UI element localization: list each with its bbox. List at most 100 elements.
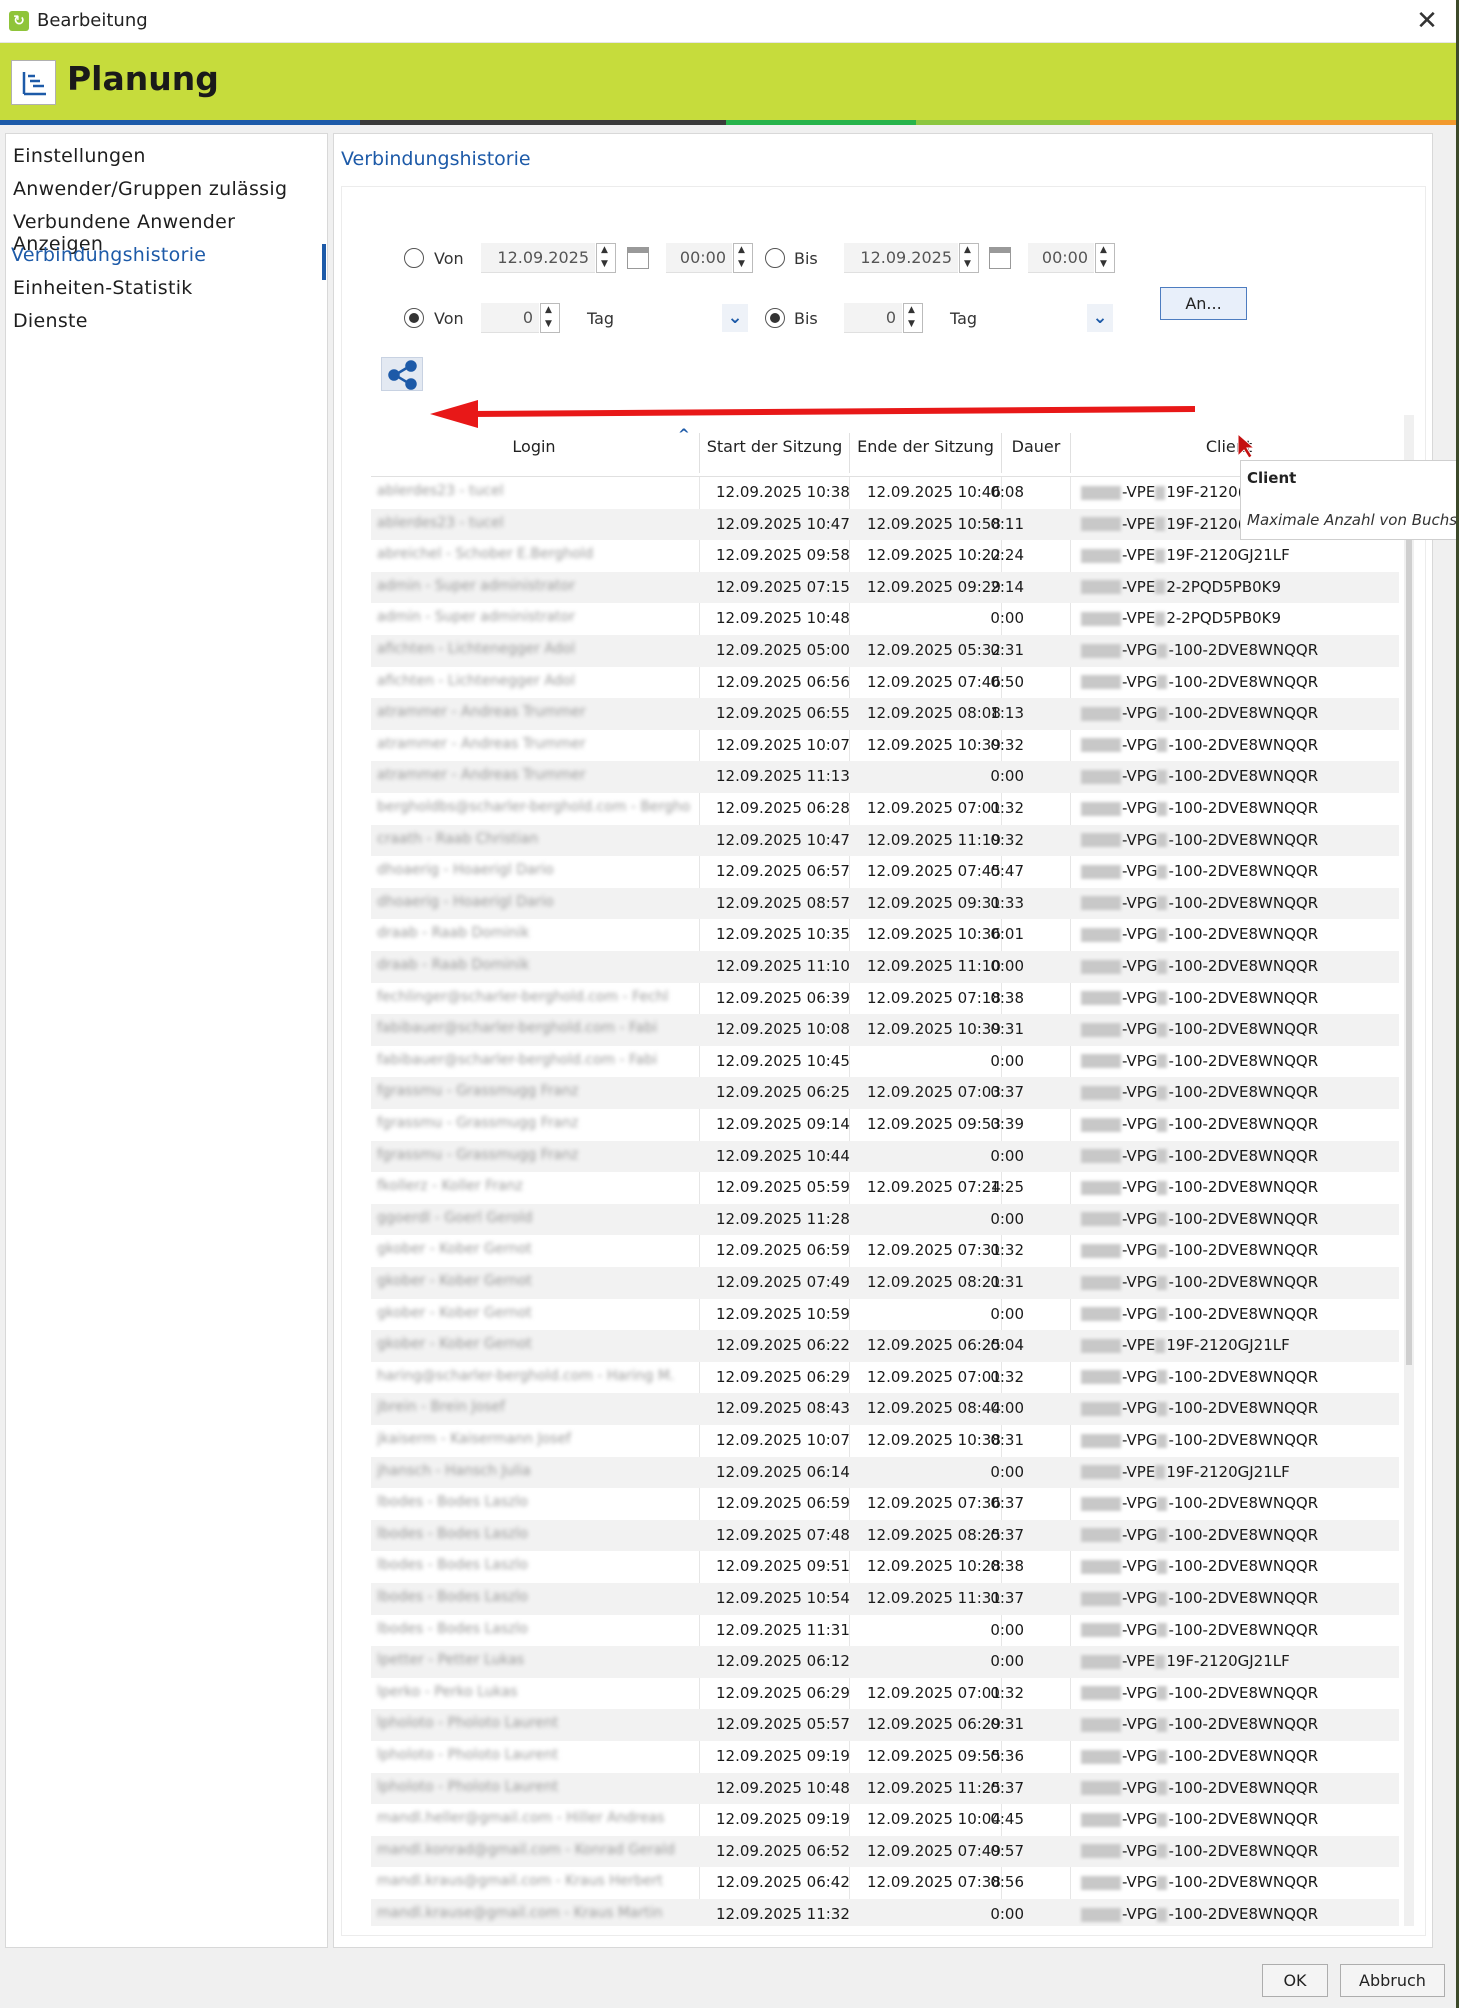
from-unit-select[interactable]: Tag <box>587 309 614 328</box>
table-row[interactable]: fabibauer@scharler-berghold.com - Fabi 12… <box>371 1046 1399 1078</box>
chevron-down-icon[interactable]: ⌄ <box>1087 304 1113 332</box>
column-header-duration[interactable]: Dauer <box>1002 437 1070 456</box>
ok-button[interactable]: OK <box>1262 1964 1328 1997</box>
table-row[interactable]: lbodes - Bodes Laszlo 12.09.2025 07:48 12.… <box>371 1519 1399 1552</box>
close-button[interactable]: ✕ <box>1410 4 1444 38</box>
table-row[interactable]: admin - Super administrator 12.09.2025 10… <box>371 603 1399 635</box>
to-date-stepper[interactable] <box>959 243 979 273</box>
from-date-input[interactable]: 12.09.2025 <box>481 243 595 273</box>
to-offset-input[interactable]: 0 <box>844 303 902 333</box>
calendar-icon[interactable] <box>989 247 1011 269</box>
client-cell: -VPG -100-2DVE8WNQQR <box>1081 704 1318 722</box>
table-row[interactable]: lperko - Perko Lukas 12.09.2025 06:29 12.0… <box>371 1678 1399 1710</box>
table-row[interactable]: admin - Super administrator 12.09.2025 07… <box>371 571 1399 604</box>
sidebar-item-verbindungshistorie[interactable]: Verbindungshistorie <box>11 244 206 266</box>
chevron-down-icon[interactable]: ⌄ <box>722 304 748 332</box>
from-time-input[interactable]: 00:00 <box>666 243 732 273</box>
apply-button[interactable]: An... <box>1160 287 1247 320</box>
table-row[interactable]: mandl.heller@gmail.com - Hiller Andreas 1… <box>371 1804 1399 1836</box>
table-row[interactable]: fkollerz - Koller Franz 12.09.2025 05:59 1… <box>371 1172 1399 1204</box>
table-row[interactable]: lpholoto - Pholoto Laurent 12.09.2025 09:… <box>371 1741 1399 1773</box>
table-row[interactable]: jhansch - Hansch Julia 12.09.2025 06:14 0:… <box>371 1456 1399 1489</box>
to-offset-stepper[interactable] <box>903 303 923 333</box>
table-row[interactable]: atrammer - Andreas Trummer 12.09.2025 06:… <box>371 698 1399 730</box>
column-header-end[interactable]: Ende der Sitzung <box>850 437 1001 456</box>
sidebar-item-einstellungen[interactable]: Einstellungen <box>13 145 146 167</box>
table-row[interactable]: gkober - Kober Gernot 12.09.2025 10:59 0:0… <box>371 1299 1399 1331</box>
table-row[interactable]: gkober - Kober Gernot 12.09.2025 06:59 12.… <box>371 1235 1399 1267</box>
table-row[interactable]: draab - Raab Dominik 12.09.2025 10:35 12.0… <box>371 919 1399 951</box>
to-date-input[interactable]: 12.09.2025 <box>844 243 958 273</box>
table-row[interactable]: ggoerdl - Goerl Gerold 12.09.2025 11:28 0:… <box>371 1203 1399 1236</box>
table-row[interactable]: lbodes - Bodes Laszlo 12.09.2025 10:54 12.… <box>371 1583 1399 1615</box>
client-cell: -VPG -100-2DVE8WNQQR <box>1081 1083 1318 1101</box>
table-row[interactable]: lbodes - Bodes Laszlo 12.09.2025 06:59 12.… <box>371 1488 1399 1520</box>
table-row[interactable]: fechlinger@scharler-berghold.com - Fechl… <box>371 983 1399 1015</box>
table-row[interactable]: haring@scharler-berghold.com - Haring M.… <box>371 1362 1399 1394</box>
table-row[interactable]: fabibauer@scharler-berghold.com - Fabi 12… <box>371 1014 1399 1046</box>
to-time-input[interactable]: 00:00 <box>1028 243 1094 273</box>
to-label: Bis <box>794 249 818 268</box>
table-row[interactable]: bergholdbs@scharler-berghold.com - Bergh… <box>371 793 1399 825</box>
table-row[interactable]: mandl.krause@gmail.com - Kraus Martin 12.… <box>371 1899 1399 1926</box>
table-row[interactable]: mandl.kraus@gmail.com - Kraus Herbert 12.… <box>371 1867 1399 1899</box>
relative-range-radio[interactable] <box>404 308 424 328</box>
table-scrollbar[interactable] <box>1404 415 1414 1926</box>
client-suffix: -100-2DVE8WNQQR <box>1168 1873 1319 1892</box>
sidebar-item-einheiten-statistik[interactable]: Einheiten-Statistik <box>13 277 193 299</box>
login-cell: mandl.konrad@gmail.com - Konrad Gerald <box>377 1841 675 1858</box>
table-row[interactable]: lpholoto - Pholoto Laurent 12.09.2025 10:… <box>371 1772 1399 1805</box>
date-range-to-radio[interactable] <box>765 248 785 268</box>
panel-title: Verbindungshistorie <box>341 148 531 170</box>
table-row[interactable]: gkober - Kober Gernot 12.09.2025 07:49 12.… <box>371 1267 1399 1299</box>
table-row[interactable]: jkaiserm - Kaisermann Josef 12.09.2025 10… <box>371 1425 1399 1457</box>
from-time-stepper[interactable] <box>733 243 753 273</box>
client-cell: -VPG -100-2DVE8WNQQR <box>1081 1905 1318 1923</box>
table-row[interactable]: atrammer - Andreas Trummer 12.09.2025 11:… <box>371 761 1399 793</box>
table-row[interactable]: lpholoto - Pholoto Laurent 12.09.2025 05:… <box>371 1709 1399 1741</box>
table-row[interactable]: fgrassmu - Grassmugg Franz 12.09.2025 10:… <box>371 1140 1399 1173</box>
to-time-stepper[interactable] <box>1095 243 1115 273</box>
end-cell: 12.09.2025 07:01 <box>867 1367 1001 1386</box>
duration-cell: 0:32 <box>990 735 1024 754</box>
sidebar-item-dienste[interactable]: Dienste <box>13 310 88 332</box>
table-row[interactable]: dhoaerig - Hoaerigl Dario 12.09.2025 06:5… <box>371 856 1399 888</box>
redacted-block <box>1157 1401 1168 1416</box>
table-row[interactable]: fgrassmu - Grassmugg Franz 12.09.2025 06:… <box>371 1077 1399 1109</box>
relative-range-to-radio[interactable] <box>765 308 785 328</box>
end-cell: 12.09.2025 08:44 <box>867 1399 1001 1418</box>
table-row[interactable]: jbrein - Brein Josef 12.09.2025 08:43 12.0… <box>371 1393 1399 1425</box>
table-row[interactable]: dhoaerig - Hoaerigl Dario 12.09.2025 08:5… <box>371 887 1399 920</box>
table-row[interactable]: craath - Raab Christian 12.09.2025 10:47 1… <box>371 824 1399 857</box>
table-row[interactable]: abreichel - Schober E.Berghold 12.09.2025… <box>371 540 1399 572</box>
sidebar-item-anwender-gruppen[interactable]: Anwender/Gruppen zulässig <box>13 178 287 200</box>
column-header-login[interactable]: Login <box>371 437 697 456</box>
scroll-thumb[interactable] <box>1406 515 1412 1365</box>
date-range-radio[interactable] <box>404 248 424 268</box>
table-row[interactable]: fgrassmu - Grassmugg Franz 12.09.2025 09:… <box>371 1109 1399 1141</box>
table-row[interactable]: draab - Raab Dominik 12.09.2025 11:10 12.0… <box>371 951 1399 983</box>
client-suffix: -100-2DVE8WNQQR <box>1168 1431 1319 1449</box>
to-unit-select[interactable]: Tag <box>950 309 977 328</box>
redacted-block <box>1081 864 1121 879</box>
from-offset-stepper[interactable] <box>540 303 560 333</box>
table-row[interactable]: afichten - Lichtenegger Adol 12.09.2025 0… <box>371 667 1399 699</box>
column-header-start[interactable]: Start der Sitzung <box>700 437 849 456</box>
table-row[interactable]: atrammer - Andreas Trummer 12.09.2025 10:… <box>371 730 1399 762</box>
client-suffix: -100-2DVE8WNQQR <box>1168 1557 1319 1576</box>
table-row[interactable]: lpetter - Petter Lukas 12.09.2025 06:12 0:… <box>371 1646 1399 1678</box>
from-date-stepper[interactable] <box>596 243 616 273</box>
from-offset-input[interactable]: 0 <box>481 303 539 333</box>
calendar-icon[interactable] <box>627 247 649 269</box>
cancel-button[interactable]: Abbruch <box>1340 1964 1445 1997</box>
duration-cell: 0:38 <box>990 988 1024 1007</box>
table-row[interactable]: gkober - Kober Gernot 12.09.2025 06:22 12.… <box>371 1330 1399 1362</box>
table-row[interactable]: mandl.konrad@gmail.com - Konrad Gerald 12… <box>371 1835 1399 1868</box>
table-row[interactable]: lbodes - Bodes Laszlo 12.09.2025 09:51 12.… <box>371 1551 1399 1583</box>
dialog-window: ↻ Bearbeitung ✕ Planung Einstellungen An… <box>0 0 1459 2008</box>
table-row[interactable]: lbodes - Bodes Laszlo 12.09.2025 11:31 0:0… <box>371 1615 1399 1647</box>
column-header-client[interactable]: Client <box>1071 437 1387 456</box>
table-row[interactable]: afichten - Lichtenegger Adol 12.09.2025 0… <box>371 635 1399 667</box>
share-button[interactable] <box>381 357 423 391</box>
redacted-block <box>1157 675 1168 690</box>
